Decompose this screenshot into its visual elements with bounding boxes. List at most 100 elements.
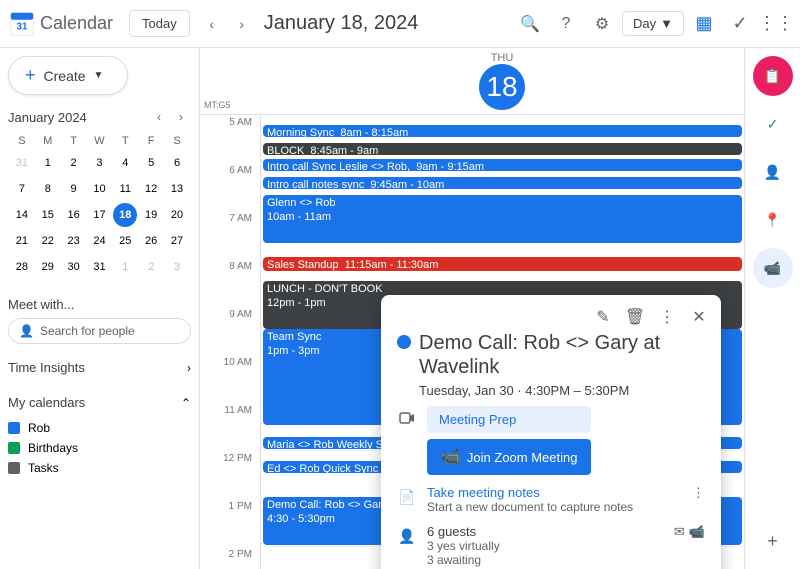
mini-cal-day[interactable]: 7 bbox=[10, 177, 34, 201]
delete-event-button[interactable]: 🗑 bbox=[621, 303, 649, 331]
apps-button[interactable]: ⋮⋮ bbox=[760, 8, 792, 40]
mini-cal-day[interactable]: 18 bbox=[113, 203, 137, 227]
sidebar: + Create ▼ January 2024 ‹ › SMTWTFS 3112… bbox=[0, 48, 200, 569]
calendar-item[interactable]: Rob bbox=[8, 418, 191, 438]
calendar-event[interactable]: Intro call Sync Leslie <> Rob, 9am - 9:1… bbox=[263, 159, 742, 171]
view-selector[interactable]: Day ▼ bbox=[622, 11, 684, 36]
mini-cal-day[interactable]: 27 bbox=[165, 229, 189, 253]
guests-icon: 👤 bbox=[397, 526, 417, 546]
calendar-name: Rob bbox=[28, 421, 50, 435]
calendar-panel: MT:G5 THU 18 5 AM6 AM7 AM8 AM9 AM10 AM11… bbox=[200, 48, 744, 569]
mini-cal-day[interactable]: 24 bbox=[88, 229, 112, 253]
mini-cal-day[interactable]: 15 bbox=[36, 203, 60, 227]
prev-button[interactable]: ‹ bbox=[198, 10, 226, 38]
mini-cal-day[interactable]: 1 bbox=[36, 151, 60, 175]
notes-actions: ⋮ bbox=[692, 485, 705, 501]
mini-cal-day[interactable]: 31 bbox=[10, 151, 34, 175]
maps-button[interactable]: 📍 bbox=[753, 200, 793, 240]
tasks-button[interactable]: ✓ bbox=[753, 104, 793, 144]
email-guests-button[interactable]: ✉ bbox=[674, 524, 685, 540]
mini-cal-day[interactable]: 13 bbox=[165, 177, 189, 201]
notes-icon: 📄 bbox=[397, 487, 417, 507]
meeting-prep-button[interactable]: Meeting Prep bbox=[427, 406, 591, 433]
svg-text:31: 31 bbox=[17, 21, 28, 32]
notifications-button[interactable]: 📋 bbox=[753, 56, 793, 96]
video-guests-button[interactable]: 📹 bbox=[689, 524, 705, 540]
contacts-button[interactable]: 👤 bbox=[753, 152, 793, 192]
event-popup: ✎ 🗑 ⋮ ✕ Demo Call: Rob <> Gary at Waveli… bbox=[381, 295, 721, 569]
mini-cal-day[interactable]: 19 bbox=[139, 203, 163, 227]
time-insights-section[interactable]: Time Insights › bbox=[8, 352, 191, 383]
more-options-button[interactable]: ⋮ bbox=[653, 303, 681, 331]
mini-cal-day[interactable]: 21 bbox=[10, 229, 34, 253]
time-label: 6 AM bbox=[200, 163, 260, 211]
my-calendars-header[interactable]: My calendars ⌃ bbox=[8, 387, 191, 418]
calendar-event[interactable]: BLOCK 8:45am - 9am bbox=[263, 143, 742, 155]
mini-cal-day[interactable]: 5 bbox=[139, 151, 163, 175]
search-button[interactable]: 🔍 bbox=[514, 8, 546, 40]
mini-cal-day[interactable]: 4 bbox=[113, 151, 137, 175]
mini-cal-day[interactable]: 9 bbox=[62, 177, 86, 201]
create-button[interactable]: + Create ▼ bbox=[8, 56, 128, 95]
join-zoom-button[interactable]: 📹 Join Zoom Meeting bbox=[427, 439, 591, 475]
mini-cal-day[interactable]: 22 bbox=[36, 229, 60, 253]
time-insights-expand-icon: › bbox=[187, 361, 191, 375]
mini-cal-day[interactable]: 29 bbox=[36, 255, 60, 279]
today-button[interactable]: Today bbox=[129, 10, 190, 37]
take-notes-label[interactable]: Take meeting notes bbox=[427, 485, 633, 500]
mini-cal-next[interactable]: › bbox=[171, 107, 191, 127]
calendar-body[interactable]: 5 AM6 AM7 AM8 AM9 AM10 AM11 AM12 PM1 PM2… bbox=[200, 115, 744, 569]
google-calendar-logo: 31 bbox=[8, 10, 36, 38]
mini-cal-nav: ‹ › bbox=[149, 107, 191, 127]
time-label: 10 AM bbox=[200, 355, 260, 403]
mini-cal-day[interactable]: 6 bbox=[165, 151, 189, 175]
day-of-week-header: T bbox=[113, 133, 137, 149]
topbar-actions: 🔍 ? ⚙ Day ▼ ▦ ✓ ⋮⋮ bbox=[514, 8, 792, 40]
time-label: 7 AM bbox=[200, 211, 260, 259]
mini-cal-day[interactable]: 23 bbox=[62, 229, 86, 253]
mini-cal-day[interactable]: 10 bbox=[88, 177, 112, 201]
mini-cal-day[interactable]: 2 bbox=[139, 255, 163, 279]
mini-cal-day[interactable]: 17 bbox=[88, 203, 112, 227]
mini-cal-day[interactable]: 12 bbox=[139, 177, 163, 201]
done-button[interactable]: ✓ bbox=[724, 8, 756, 40]
mini-cal-day[interactable]: 1 bbox=[113, 255, 137, 279]
mini-cal-day[interactable]: 20 bbox=[165, 203, 189, 227]
app-name: Calendar bbox=[40, 13, 113, 34]
help-button[interactable]: ? bbox=[550, 8, 582, 40]
meet-button[interactable]: 📹 bbox=[753, 248, 793, 288]
mini-cal-day[interactable]: 14 bbox=[10, 203, 34, 227]
search-people[interactable]: 👤 Search for people bbox=[8, 318, 191, 344]
guests-yes: 3 yes virtually bbox=[427, 539, 500, 553]
mini-cal-day[interactable]: 3 bbox=[88, 151, 112, 175]
calendar-event[interactable]: Sales Standup 11:15am - 11:30am bbox=[263, 257, 742, 271]
next-button[interactable]: › bbox=[228, 10, 256, 38]
mini-cal-day[interactable]: 31 bbox=[88, 255, 112, 279]
hour-line bbox=[261, 115, 744, 163]
add-widget-button[interactable]: + bbox=[753, 521, 793, 561]
settings-button[interactable]: ⚙ bbox=[586, 8, 618, 40]
close-popup-button[interactable]: ✕ bbox=[685, 303, 713, 331]
mini-cal-day[interactable]: 26 bbox=[139, 229, 163, 253]
plus-icon: + bbox=[25, 65, 36, 86]
mini-cal-day[interactable]: 2 bbox=[62, 151, 86, 175]
calendar-event[interactable]: Morning Sync 8am - 8:15am bbox=[263, 125, 742, 137]
notes-more-button[interactable]: ⋮ bbox=[692, 485, 705, 501]
mini-cal-day[interactable]: 28 bbox=[10, 255, 34, 279]
calendars-collapse-icon: ⌃ bbox=[181, 396, 191, 410]
guests-action-buttons: ✉ 📹 bbox=[674, 524, 705, 540]
calendar-event[interactable]: Intro call notes sync 9:45am - 10am bbox=[263, 177, 742, 189]
mini-cal-day[interactable]: 11 bbox=[113, 177, 137, 201]
grid-view-button[interactable]: ▦ bbox=[688, 8, 720, 40]
mini-cal-prev[interactable]: ‹ bbox=[149, 107, 169, 127]
mini-cal-day[interactable]: 25 bbox=[113, 229, 137, 253]
mini-cal-day[interactable]: 3 bbox=[165, 255, 189, 279]
mini-cal-day[interactable]: 8 bbox=[36, 177, 60, 201]
edit-event-button[interactable]: ✎ bbox=[589, 303, 617, 331]
calendar-item[interactable]: Birthdays bbox=[8, 438, 191, 458]
popup-title-row: Demo Call: Rob <> Gary at Wavelink bbox=[397, 331, 705, 379]
calendar-event[interactable]: Glenn <> Rob 10am - 11am bbox=[263, 195, 742, 243]
mini-cal-day[interactable]: 30 bbox=[62, 255, 86, 279]
mini-cal-day[interactable]: 16 bbox=[62, 203, 86, 227]
calendar-item[interactable]: Tasks bbox=[8, 458, 191, 478]
